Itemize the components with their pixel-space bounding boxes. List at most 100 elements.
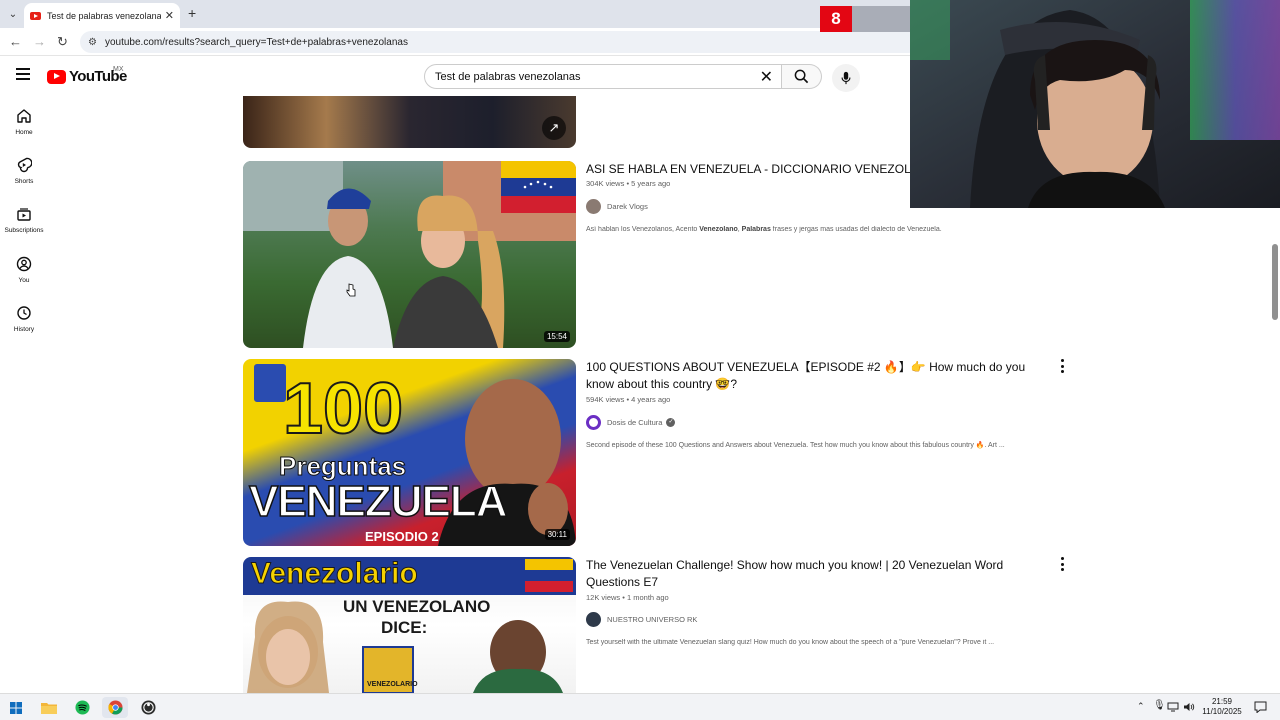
thumbnail-number: 100 <box>282 369 404 449</box>
youtube-favicon-icon <box>30 11 41 20</box>
chrome-icon <box>107 700 123 715</box>
view-count: 594K views <box>586 395 625 404</box>
webcam-feed <box>910 0 1280 208</box>
avatar[interactable] <box>586 415 601 430</box>
network-icon[interactable] <box>1167 702 1179 712</box>
search-input[interactable]: Test de palabras venezolanas ✕ <box>424 64 782 89</box>
site-info-icon[interactable]: ⚙ <box>88 37 97 48</box>
start-button[interactable] <box>3 697 29 718</box>
verified-badge-icon: ✓ <box>666 418 676 427</box>
microphone-icon <box>841 71 851 85</box>
clock-time: 21:59 <box>1211 697 1233 706</box>
upload-age: 4 years ago <box>631 395 671 404</box>
guide-item-history[interactable]: History <box>0 305 48 333</box>
notifications-icon[interactable] <box>1254 701 1267 713</box>
clear-search-icon[interactable]: ✕ <box>760 67 773 87</box>
thumbnail-episode: EPISODIO 2 <box>365 529 439 544</box>
back-arrow-icon[interactable]: ← <box>9 34 22 49</box>
obs-icon <box>140 700 156 715</box>
video-description: Test yourself with the ultimate Venezuel… <box>586 639 995 646</box>
counter-value: 8 <box>820 6 852 32</box>
channel-link[interactable]: Darek Vlogs <box>586 199 648 214</box>
system-clock[interactable]: 21:59 11/10/2025 <box>1196 697 1248 717</box>
reload-icon[interactable]: ↻ <box>57 34 68 50</box>
tab-title: Test de palabras venezolanas - <box>47 10 161 21</box>
more-actions-icon[interactable] <box>1058 557 1066 571</box>
new-tab-button[interactable]: + <box>188 5 196 21</box>
microphone-icon[interactable]: 🎙 <box>1153 700 1166 711</box>
shorts-icon <box>17 157 32 173</box>
webcam-overlay <box>910 0 1280 208</box>
video-thumbnail[interactable]: 100 Preguntas VENEZUELA EPISODIO 2 30:11 <box>243 359 576 546</box>
taskbar-spotify[interactable] <box>69 697 95 718</box>
youtube-play-icon <box>47 69 66 84</box>
taskbar-file-explorer[interactable] <box>36 697 62 718</box>
channel-link[interactable]: NUESTRO UNIVERSO RK <box>586 612 697 627</box>
channel-name[interactable]: Dosis de Cultura <box>607 418 662 427</box>
thumbnail-text: VENEZUELA <box>248 476 508 527</box>
search-button[interactable] <box>782 64 822 89</box>
guide-item-subscriptions[interactable]: Subscriptions <box>0 206 48 234</box>
video-meta: 594K views • 4 years ago <box>586 395 671 404</box>
voice-search-button[interactable] <box>832 64 860 92</box>
chevron-up-icon[interactable]: ⌃ <box>1137 701 1145 712</box>
clock-date: 11/10/2025 <box>1202 707 1242 716</box>
thumbnail-book-label: VENEZOLARIO <box>367 681 418 688</box>
guide-label: Subscriptions <box>4 227 44 234</box>
desc-text: Así hablan los Venezolanos, Acento <box>586 226 700 233</box>
address-bar[interactable]: ⚙ youtube.com/results?search_query=Test+… <box>80 31 920 53</box>
windows-taskbar: ⌃ 🎙 21:59 11/10/2025 <box>0 693 1280 720</box>
browser-tab[interactable]: Test de palabras venezolanas - ✕ <box>24 3 180 28</box>
hamburger-menu-icon[interactable] <box>16 68 30 80</box>
guide-label: Home <box>15 129 33 136</box>
guide-item-home[interactable]: Home <box>0 108 48 136</box>
stream-counter-overlay: 8 <box>820 6 912 32</box>
video-thumbnail[interactable]: 15:54 <box>243 161 576 348</box>
tab-search-button[interactable]: ⌄ <box>4 5 22 23</box>
scrollbar-thumb[interactable] <box>1272 244 1278 320</box>
history-icon <box>17 306 31 320</box>
avatar[interactable] <box>586 199 601 214</box>
desc-highlight: Venezolano <box>699 226 738 233</box>
country-code: MX <box>113 66 124 73</box>
channel-name[interactable]: Darek Vlogs <box>607 202 648 211</box>
home-icon <box>17 109 31 123</box>
you-icon <box>16 256 32 272</box>
video-thumbnail[interactable]: ↗ <box>243 96 576 148</box>
view-count: 12K views <box>586 593 621 602</box>
spotify-icon <box>74 700 90 715</box>
avatar[interactable] <box>586 612 601 627</box>
subscriptions-icon <box>17 208 31 221</box>
channel-name[interactable]: NUESTRO UNIVERSO RK <box>607 615 697 624</box>
guide-label: History <box>13 326 35 333</box>
hand-cursor-icon <box>346 283 356 297</box>
tab-close-icon[interactable]: ✕ <box>165 9 174 22</box>
guide-item-you[interactable]: You <box>0 256 48 284</box>
thumbnail-illustration <box>247 601 563 693</box>
search-query-text: Test de palabras venezolanas <box>435 70 581 83</box>
taskbar-chrome[interactable] <box>102 697 128 718</box>
channel-link[interactable]: Dosis de Cultura ✓ <box>586 415 676 430</box>
video-duration: 30:11 <box>544 529 570 540</box>
view-count: 304K views <box>586 179 625 188</box>
video-description: Second episode of these 100 Questions an… <box>586 442 1005 449</box>
desc-highlight: Palabras <box>741 226 771 233</box>
open-external-icon[interactable]: ↗ <box>542 116 566 140</box>
video-title[interactable]: The Venezuelan Challenge! Show how much … <box>586 557 1046 591</box>
upload-age: 5 years ago <box>631 179 671 188</box>
volume-icon[interactable] <box>1183 702 1195 712</box>
folder-icon <box>41 703 57 714</box>
guide-label: You <box>18 277 30 284</box>
video-title[interactable]: 100 QUESTIONS ABOUT VENEZUELA【EPISODE #2… <box>586 359 1046 393</box>
windows-logo-icon <box>10 701 22 714</box>
url-text: youtube.com/results?search_query=Test+de… <box>104 36 408 48</box>
upload-age: 1 month ago <box>626 593 669 602</box>
guide-item-shorts[interactable]: Shorts <box>0 157 48 185</box>
taskbar-obs[interactable] <box>135 697 161 718</box>
search-icon <box>794 69 809 84</box>
more-actions-icon[interactable] <box>1058 359 1066 373</box>
video-thumbnail[interactable]: Venezolario UN VENEZOLANO DICE: VENEZOLA… <box>243 557 576 693</box>
video-meta: 304K views • 5 years ago <box>586 179 671 188</box>
guide-label: Shorts <box>14 178 34 185</box>
forward-arrow-icon[interactable]: → <box>33 34 46 49</box>
